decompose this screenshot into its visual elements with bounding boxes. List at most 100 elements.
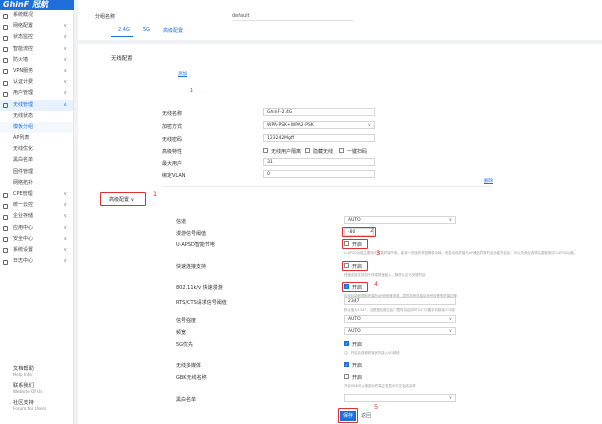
isolation-checkbox[interactable]: [263, 148, 268, 153]
tab-2-4g[interactable]: 2.4G: [118, 27, 130, 33]
hide-ssid-checkbox[interactable]: [305, 148, 310, 153]
back-button[interactable]: 返回: [359, 411, 373, 421]
ssid-index: 1: [190, 88, 194, 94]
sidebar-item-flow[interactable]: 智能流控 ∨: [0, 44, 73, 55]
chevron-down-icon: ∨: [63, 191, 67, 197]
sidebar-item-logs[interactable]: 日志中心 ∨: [0, 256, 73, 267]
add-ssid-link[interactable]: 添加: [178, 71, 187, 77]
storage-icon: [3, 214, 8, 220]
sidebar-item-cloud[interactable]: 统一云控 ∨: [0, 200, 73, 211]
rts-input[interactable]: 2347: [344, 297, 456, 305]
sidebar-item-system[interactable]: 系统设置 ∨: [0, 245, 73, 256]
sidebar-item-cpe[interactable]: CPE管理 ∨: [0, 189, 73, 200]
sidebar-item-label: 状态监控: [13, 34, 34, 41]
sidebar-item-label: 企业存储: [13, 213, 34, 220]
chevron-down-icon: ∨: [63, 56, 67, 63]
vlan-label: 绑定VLAN: [162, 173, 186, 179]
fast-connect-hint: 快速连接支持用于终端快速接入，降低认证与关联时延: [344, 273, 426, 277]
ssid-input[interactable]: GhinF-2.4G: [263, 108, 375, 116]
chevron-down-icon: ∨: [63, 67, 67, 74]
vlan-input[interactable]: 0: [263, 170, 375, 178]
tab-advanced[interactable]: 高级配置: [163, 27, 183, 34]
help-docs-link[interactable]: 文档帮助 Help Info: [13, 366, 73, 377]
wmm-check-label: 开启: [352, 363, 363, 369]
5g-first-hint: 注：开启后双频终端优先接入5G频段: [344, 351, 400, 355]
advanced-toggle-label: 高级配置: [109, 197, 130, 203]
tab-5g[interactable]: 5G: [143, 27, 150, 33]
sidebar-subitem-topology[interactable]: 网络拓扑: [0, 178, 73, 189]
contact-us-link[interactable]: 联系我们 Website Of Us: [13, 383, 73, 394]
gbk-hint: 开启GBK可以使部分终端正常显示中文无线名称: [344, 384, 416, 388]
sidebar-item-label: 统一云控: [13, 202, 34, 209]
fast-connect-label: 快速连接支持: [176, 264, 207, 270]
wifi-icon: [3, 103, 8, 108]
chevron-down-icon: ∨: [63, 202, 67, 209]
sidebar-item-users[interactable]: 用户管理 ∨: [0, 88, 73, 99]
log-icon: [3, 259, 8, 265]
gbk-checkbox[interactable]: [344, 374, 349, 379]
password-label: 无线密码: [162, 137, 183, 143]
sidebar-item-security[interactable]: 安全中心 ∨: [0, 234, 73, 245]
chevron-down-icon: ∨: [130, 197, 135, 203]
sidebar-subitem-optimize[interactable]: 无线优化: [0, 144, 73, 155]
chevron-down-icon: ∨: [63, 235, 67, 242]
qr-scan-checkbox[interactable]: [339, 148, 344, 153]
sidebar-item-label: 系统设置: [13, 246, 34, 253]
help-subtitle: Forum for Users: [13, 406, 47, 411]
chevron-down-icon: ∨: [63, 246, 67, 253]
bandwidth-select[interactable]: AUTO ∨: [344, 327, 456, 335]
sidebar-subitem-blackwhite[interactable]: 黑白名单: [0, 155, 73, 166]
sidebar-item-auth[interactable]: 认证计费 ∨: [0, 77, 73, 88]
chevron-down-icon: ∨: [63, 34, 67, 41]
chevron-down-icon: ∨: [63, 23, 67, 30]
sidebar-subitem-wireless-status[interactable]: 无线状态: [0, 111, 73, 122]
help-subtitle: Help Info: [13, 372, 32, 377]
encryption-label: 加密方式: [162, 124, 183, 130]
qr-scan-label: 一键扫码: [347, 149, 368, 155]
max-users-input[interactable]: 31: [263, 158, 375, 166]
roam-threshold-label: 漫游信号阈值: [176, 231, 207, 237]
chevron-down-icon: ∨: [448, 396, 452, 401]
wmm-checkbox[interactable]: ✓: [344, 362, 349, 367]
annotation-number: 4: [374, 280, 379, 288]
power-value: AUTO: [348, 317, 361, 322]
5g-first-checkbox[interactable]: ✓: [344, 341, 349, 346]
blacklist-label: 黑白名单: [176, 397, 197, 403]
advanced-toggle[interactable]: 高级配置 ∨: [109, 196, 134, 203]
sidebar-item-overview[interactable]: 系统概况: [0, 10, 73, 21]
divider: [162, 186, 492, 187]
sidebar-subitem-template-group[interactable]: 模板分组: [0, 121, 73, 134]
sidebar-item-label: 日志中心: [13, 258, 34, 265]
app-root: GhinF 冠航 系统概况 网络配置 ∨ 状态监控 ∨ 智能流控 ∨ 防火墙 ∨ VPN…: [0, 0, 602, 424]
community-link[interactable]: 社区支持 Forum for Users: [13, 400, 73, 411]
sidebar-item-label: 系统概况: [13, 12, 34, 18]
divider: [233, 20, 353, 21]
sidebar-subitem-ap-list[interactable]: AP列表: [0, 133, 73, 144]
hide-ssid-label: 隐藏无线: [313, 149, 334, 155]
sidebar-item-vpn[interactable]: VPN服务 ∨: [0, 66, 73, 77]
chevron-down-icon: ∨: [63, 213, 67, 220]
channel-select[interactable]: AUTO ∨: [344, 216, 456, 224]
rts-label: RTS/CTS请求信号阈值: [176, 300, 227, 306]
power-select[interactable]: AUTO ∨: [344, 315, 456, 323]
sidebar-item-label: 认证计费: [13, 79, 34, 86]
cpe-icon: [3, 192, 8, 198]
chevron-down-icon: ∨: [63, 258, 67, 265]
encryption-select[interactable]: WPA-PSK+WPA2-PSK ∨: [263, 121, 375, 129]
password-input[interactable]: 123242Mgff: [263, 134, 375, 142]
blacklist-select[interactable]: ∨: [344, 394, 456, 402]
gbk-check-label: 开启: [352, 375, 363, 381]
firewall-icon: [3, 58, 8, 64]
sidebar-item-wireless[interactable]: 无线管理 ∧: [0, 99, 73, 111]
annotation-box-4: [342, 282, 368, 292]
sidebar-item-firewall[interactable]: 防火墙 ∨: [0, 55, 73, 66]
sidebar-item-apps[interactable]: 应用中心 ∨: [0, 223, 73, 234]
sidebar-subitem-firmware[interactable]: 固件管理: [0, 167, 73, 178]
advanced-features-label: 高级特性: [162, 149, 183, 155]
sidebar-item-network[interactable]: 网络配置 ∨: [0, 21, 73, 32]
annotation-number: 5: [374, 403, 379, 411]
delete-ssid-link[interactable]: 删除: [484, 178, 493, 184]
sidebar-item-status[interactable]: 状态监控 ∨: [0, 32, 73, 43]
sidebar-nav: 系统概况 网络配置 ∨ 状态监控 ∨ 智能流控 ∨ 防火墙 ∨ VPN服务 ∨ 认证计费 ∨…: [0, 10, 73, 267]
sidebar-item-storage[interactable]: 企业存储 ∨: [0, 211, 73, 222]
